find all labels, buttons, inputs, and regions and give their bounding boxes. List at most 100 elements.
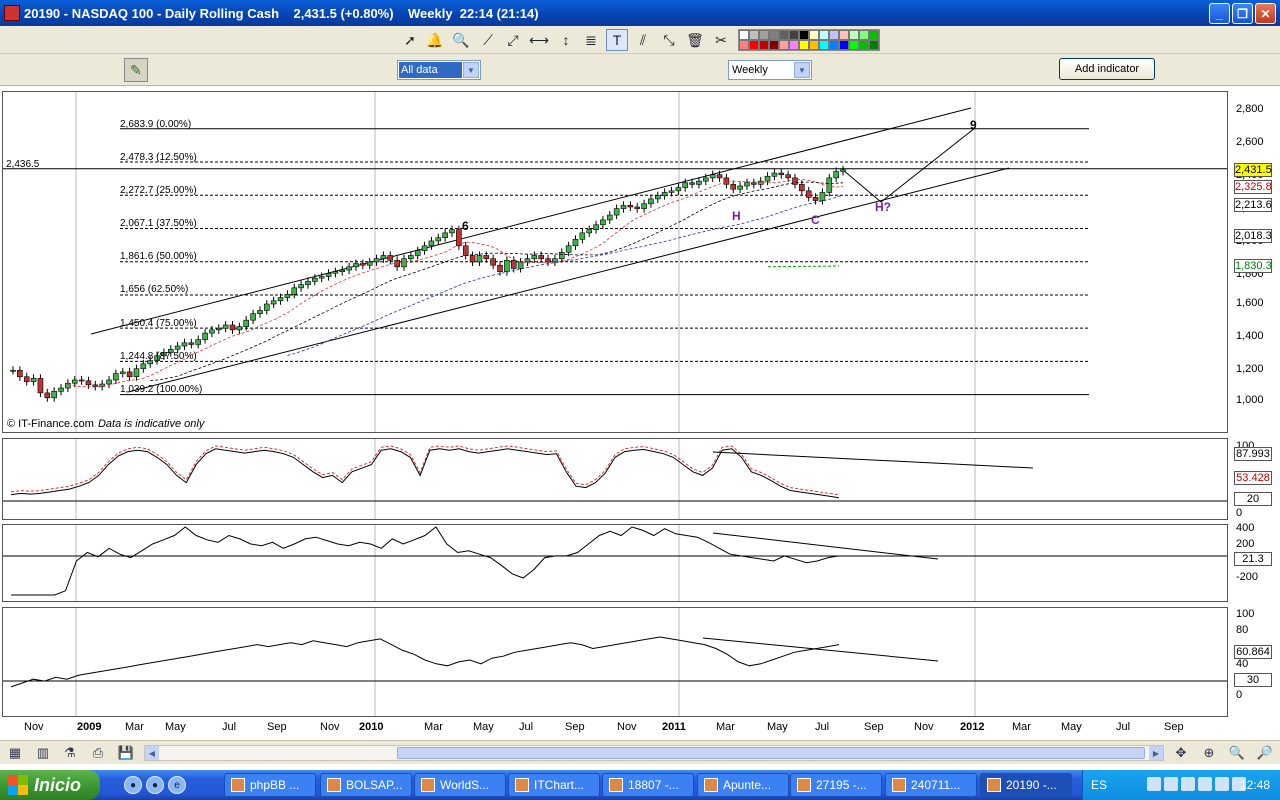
pan-icon[interactable]: ✥ xyxy=(1172,744,1190,762)
vertical-line-icon[interactable]: ↕ xyxy=(555,29,577,51)
palette-swatch[interactable] xyxy=(799,30,809,40)
value-box: 1,830.3 xyxy=(1234,259,1272,273)
start-button[interactable]: Inicio xyxy=(0,770,100,800)
save-icon[interactable]: 💾 xyxy=(117,744,135,762)
palette-swatch[interactable] xyxy=(809,30,819,40)
data-range-select[interactable]: All data ▼ xyxy=(397,60,481,80)
parallel-channel-icon[interactable]: ⫽ xyxy=(632,29,654,51)
horizontal-scrollbar[interactable]: ◀ ▶ xyxy=(144,745,1164,761)
language-indicator[interactable]: ES xyxy=(1091,778,1107,792)
text-icon[interactable]: T xyxy=(606,29,628,51)
scroll-right-icon[interactable]: ▶ xyxy=(1149,746,1163,760)
axis-tick-label: 100 xyxy=(1236,608,1255,620)
time-axis-label: Nov xyxy=(914,721,934,733)
pointer-icon[interactable]: ➚ xyxy=(399,29,421,51)
time-axis-label: May xyxy=(473,721,494,733)
palette-swatch[interactable] xyxy=(849,40,859,50)
time-axis-label: May xyxy=(767,721,788,733)
palette-swatch[interactable] xyxy=(759,40,769,50)
volume-icon[interactable] xyxy=(1147,777,1161,791)
minimize-button[interactable]: _ xyxy=(1209,3,1230,24)
print-icon[interactable]: ⎙ xyxy=(89,744,107,762)
chrome-icon[interactable]: ● xyxy=(124,776,142,794)
price-candle xyxy=(284,294,291,298)
zoom-select-icon[interactable]: ⊕ xyxy=(1200,744,1218,762)
time-axis-label: Sep xyxy=(1164,721,1184,733)
line-icon[interactable]: ⟋ xyxy=(477,29,499,51)
palette-swatch[interactable] xyxy=(779,40,789,50)
color-palette[interactable] xyxy=(738,29,880,51)
network-icon[interactable] xyxy=(1164,777,1178,791)
scroll-thumb[interactable] xyxy=(397,747,1145,759)
rsi-pane[interactable] xyxy=(2,607,1228,717)
palette-swatch[interactable] xyxy=(789,30,799,40)
security-icon[interactable] xyxy=(1198,777,1212,791)
zoom-out-icon[interactable]: 🔍 xyxy=(1228,744,1246,762)
taskbar-item[interactable]: ITChart... xyxy=(508,773,600,797)
period-select[interactable]: Weekly ▼ xyxy=(728,60,812,80)
palette-swatch[interactable] xyxy=(849,30,859,40)
taskbar-item[interactable]: 240711... xyxy=(885,773,977,797)
palette-swatch[interactable] xyxy=(769,30,779,40)
stochastic-pane[interactable] xyxy=(2,438,1228,520)
palette-swatch[interactable] xyxy=(789,40,799,50)
taskbar-item[interactable]: 27195 -... xyxy=(790,773,882,797)
palette-swatch[interactable] xyxy=(799,40,809,50)
indicator-icon[interactable]: ⚗ xyxy=(61,744,79,762)
chart-area[interactable]: 2,683.9 (0.00%) 2,478.3 (12.50%) 2,272.7… xyxy=(0,90,1280,720)
palette-swatch[interactable] xyxy=(779,30,789,40)
chart-icon[interactable]: ▦ xyxy=(6,744,24,762)
taskbar-item[interactable]: WorldS... xyxy=(414,773,506,797)
restore-button[interactable]: ❐ xyxy=(1232,3,1253,24)
wave-label-c: C xyxy=(811,213,820,227)
palette-swatch[interactable] xyxy=(739,30,749,40)
zoom-in-icon[interactable]: 🔎 xyxy=(1256,744,1274,762)
close-button[interactable]: ✕ xyxy=(1255,3,1276,24)
palette-swatch[interactable] xyxy=(869,40,879,50)
cci-pane[interactable] xyxy=(2,524,1228,602)
taskbar-item[interactable]: phpBB ... xyxy=(224,773,316,797)
firefox-icon[interactable]: ● xyxy=(146,776,164,794)
palette-swatch[interactable] xyxy=(859,40,869,50)
drawing-pen-icon[interactable]: ✎ xyxy=(124,58,148,82)
alert-bell-icon[interactable]: 🔔 xyxy=(424,29,446,51)
palette-swatch[interactable] xyxy=(829,40,839,50)
palette-swatch[interactable] xyxy=(829,30,839,40)
monitor-icon[interactable] xyxy=(1181,777,1195,791)
trash-icon[interactable]: 🗑 xyxy=(684,29,706,51)
messenger-icon[interactable] xyxy=(1215,777,1229,791)
palette-swatch[interactable] xyxy=(839,30,849,40)
time-axis-label: May xyxy=(1061,721,1082,733)
price-chart-pane[interactable]: 2,683.9 (0.00%) 2,478.3 (12.50%) 2,272.7… xyxy=(2,91,1228,433)
palette-swatch[interactable] xyxy=(739,40,749,50)
taskbar-item[interactable]: Apunte... xyxy=(697,773,789,797)
add-indicator-button[interactable]: Add indicator xyxy=(1059,58,1155,80)
chevron-down-icon[interactable]: ▼ xyxy=(463,62,479,78)
palette-swatch[interactable] xyxy=(819,40,829,50)
fibonacci-icon[interactable]: ≣ xyxy=(580,29,602,51)
palette-swatch[interactable] xyxy=(839,40,849,50)
value-box: 53.428 xyxy=(1234,471,1272,485)
zoom-icon[interactable]: 🔍 xyxy=(450,29,472,51)
palette-swatch[interactable] xyxy=(749,40,759,50)
expand-icon[interactable]: ⤡ xyxy=(658,29,680,51)
tools-icon[interactable]: ✂ xyxy=(710,29,732,51)
horizontal-line-icon[interactable]: ⟷ xyxy=(528,29,550,51)
palette-swatch[interactable] xyxy=(769,40,779,50)
price-candle xyxy=(504,260,510,272)
palette-swatch[interactable] xyxy=(749,30,759,40)
palette-swatch[interactable] xyxy=(759,30,769,40)
taskbar-item[interactable]: BOLSAP... xyxy=(320,773,412,797)
candles-icon[interactable]: ▥ xyxy=(34,744,52,762)
palette-swatch[interactable] xyxy=(869,30,879,40)
taskbar-item[interactable]: 18807 -... xyxy=(602,773,694,797)
taskbar-item[interactable]: 20190 -... xyxy=(980,773,1072,797)
palette-swatch[interactable] xyxy=(819,30,829,40)
channel-upper-line xyxy=(90,107,972,335)
palette-swatch[interactable] xyxy=(859,30,869,40)
trendline-icon[interactable]: ⤢ xyxy=(502,29,524,51)
scroll-left-icon[interactable]: ◀ xyxy=(145,746,159,760)
chevron-down-icon[interactable]: ▼ xyxy=(794,62,810,78)
ie-icon[interactable]: e xyxy=(168,776,186,794)
palette-swatch[interactable] xyxy=(809,40,819,50)
